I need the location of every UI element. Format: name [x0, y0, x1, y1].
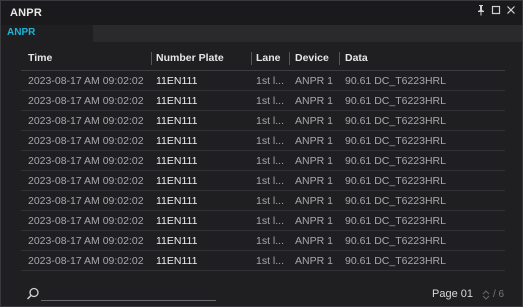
pin-icon[interactable] [474, 4, 488, 20]
cell-data: 90.61 DC_T6223HRL [345, 175, 446, 187]
cell-data: 90.61 DC_T6223HRL [345, 75, 446, 87]
search-input[interactable] [41, 300, 216, 301]
tab-label: ANPR [7, 27, 36, 38]
results-table: Time Number Plate Lane Device Data 2023-… [21, 48, 505, 271]
cell-device: ANPR 1 [295, 195, 333, 207]
close-icon[interactable] [504, 4, 518, 20]
page-label: Page 01 [432, 288, 473, 300]
cell-device: ANPR 1 [295, 255, 333, 267]
cell-number-plate: 11EN111 [156, 95, 198, 107]
cell-number-plate: 11EN111 [156, 155, 198, 167]
spinner-icon[interactable] [481, 289, 491, 301]
table-row[interactable]: 2023-08-17 AM 09:02:02 11EN111 1st l... ANP… [21, 171, 505, 191]
cell-time: 2023-08-17 AM 09:02:02 [28, 75, 144, 87]
cell-data: 90.61 DC_T6223HRL [345, 255, 446, 267]
cell-lane: 1st l... [256, 135, 285, 147]
cell-data: 90.61 DC_T6223HRL [345, 115, 446, 127]
cell-time: 2023-08-17 AM 09:02:02 [28, 235, 144, 247]
tab-bar: ANPR [1, 25, 522, 42]
column-header-number-plate[interactable]: Number Plate [156, 52, 224, 64]
maximize-icon[interactable] [489, 4, 503, 20]
cell-number-plate: 11EN111 [156, 135, 198, 147]
cell-number-plate: 11EN111 [156, 75, 198, 87]
table-header: Time Number Plate Lane Device Data [21, 48, 505, 71]
column-divider[interactable] [289, 52, 290, 65]
cell-lane: 1st l... [256, 155, 285, 167]
cell-device: ANPR 1 [295, 75, 333, 87]
page-total: / 6 [493, 289, 505, 300]
cell-number-plate: 11EN111 [156, 115, 198, 127]
cell-data: 90.61 DC_T6223HRL [345, 195, 446, 207]
cell-device: ANPR 1 [295, 115, 333, 127]
search-icon[interactable] [26, 287, 40, 301]
column-divider[interactable] [151, 52, 152, 65]
cell-device: ANPR 1 [295, 135, 333, 147]
cell-data: 90.61 DC_T6223HRL [345, 95, 446, 107]
table-row[interactable]: 2023-08-17 AM 09:02:02 11EN111 1st l... ANP… [21, 231, 505, 251]
title-bar[interactable]: ANPR [1, 1, 522, 25]
cell-number-plate: 11EN111 [156, 195, 198, 207]
cell-lane: 1st l... [256, 115, 285, 127]
table-row[interactable]: 2023-08-17 AM 09:02:02 11EN111 1st l... ANP… [21, 91, 505, 111]
cell-device: ANPR 1 [295, 235, 333, 247]
cell-time: 2023-08-17 AM 09:02:02 [28, 215, 144, 227]
cell-time: 2023-08-17 AM 09:02:02 [28, 175, 144, 187]
cell-device: ANPR 1 [295, 175, 333, 187]
footer-bar: Page 01 / 6 [1, 283, 522, 307]
tab-bar-empty [93, 25, 522, 42]
cell-time: 2023-08-17 AM 09:02:02 [28, 95, 144, 107]
column-header-data[interactable]: Data [345, 52, 368, 64]
cell-time: 2023-08-17 AM 09:02:02 [28, 115, 144, 127]
cell-time: 2023-08-17 AM 09:02:02 [28, 195, 144, 207]
table-row[interactable]: 2023-08-17 AM 09:02:02 11EN111 1st l... ANP… [21, 151, 505, 171]
cell-time: 2023-08-17 AM 09:02:02 [28, 255, 144, 267]
cell-data: 90.61 DC_T6223HRL [345, 155, 446, 167]
cell-device: ANPR 1 [295, 155, 333, 167]
column-header-time[interactable]: Time [28, 52, 52, 64]
column-header-lane[interactable]: Lane [256, 52, 281, 64]
cell-data: 90.61 DC_T6223HRL [345, 235, 446, 247]
cell-data: 90.61 DC_T6223HRL [345, 215, 446, 227]
cell-number-plate: 11EN111 [156, 235, 198, 247]
cell-device: ANPR 1 [295, 215, 333, 227]
cell-lane: 1st l... [256, 195, 285, 207]
column-divider[interactable] [251, 52, 252, 65]
cell-time: 2023-08-17 AM 09:02:02 [28, 135, 144, 147]
cell-lane: 1st l... [256, 215, 285, 227]
table-row[interactable]: 2023-08-17 AM 09:02:02 11EN111 1st l... ANP… [21, 111, 505, 131]
cell-lane: 1st l... [256, 255, 285, 267]
table-row[interactable]: 2023-08-17 AM 09:02:02 11EN111 1st l... ANP… [21, 191, 505, 211]
table-row[interactable]: 2023-08-17 AM 09:02:02 11EN111 1st l... ANP… [21, 71, 505, 91]
cell-number-plate: 11EN111 [156, 255, 198, 267]
cell-lane: 1st l... [256, 95, 285, 107]
tab-anpr[interactable]: ANPR [1, 25, 93, 42]
anpr-window: ANPR ANPR Time Number Plate Lane Device … [0, 0, 523, 307]
cell-lane: 1st l... [256, 175, 285, 187]
cell-number-plate: 11EN111 [156, 175, 198, 187]
table-row[interactable]: 2023-08-17 AM 09:02:02 11EN111 1st l... ANP… [21, 131, 505, 151]
table-row[interactable]: 2023-08-17 AM 09:02:02 11EN111 1st l... ANP… [21, 251, 505, 271]
column-divider[interactable] [339, 52, 340, 65]
cell-lane: 1st l... [256, 75, 285, 87]
cell-time: 2023-08-17 AM 09:02:02 [28, 155, 144, 167]
window-title: ANPR [10, 7, 42, 19]
cell-device: ANPR 1 [295, 95, 333, 107]
cell-data: 90.61 DC_T6223HRL [345, 135, 446, 147]
cell-number-plate: 11EN111 [156, 215, 198, 227]
table-row[interactable]: 2023-08-17 AM 09:02:02 11EN111 1st l... ANP… [21, 211, 505, 231]
cell-lane: 1st l... [256, 235, 285, 247]
column-header-device[interactable]: Device [295, 52, 329, 64]
